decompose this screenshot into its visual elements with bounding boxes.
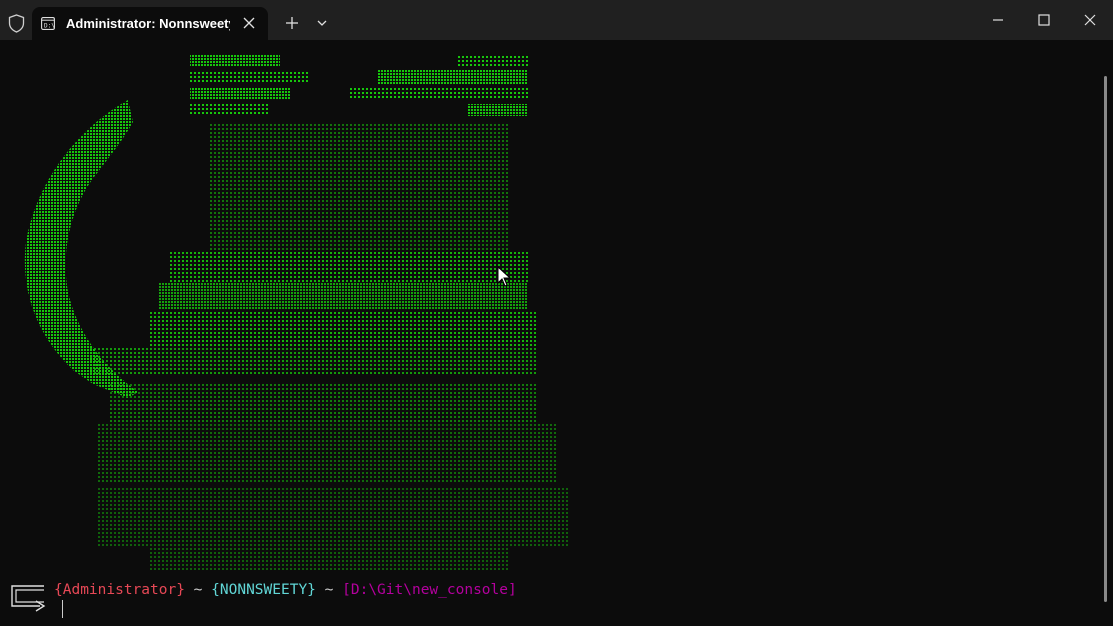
title-bar: D:\ Administrator: Nonnsweety | [0, 0, 1113, 40]
terminal-window: D:\ Administrator: Nonnsweety | {Adminis… [0, 0, 1113, 626]
text-cursor[interactable] [62, 600, 63, 618]
new-tab-button[interactable] [284, 15, 300, 31]
minimize-button[interactable] [990, 12, 1006, 28]
ascii-art-logo [24, 54, 568, 570]
shield-icon [8, 14, 25, 33]
prompt-line: {Administrator} ~ {NONNSWEETY} ~ [D:\Git… [54, 581, 517, 599]
terminal-icon: D:\ [41, 17, 55, 30]
prompt-separator: ~ [315, 582, 343, 598]
prompt-separator: ~ [184, 582, 212, 598]
tab-title: Administrator: Nonnsweety | [66, 16, 230, 31]
terminal-output[interactable]: {Administrator} ~ {NONNSWEETY} ~ [D:\Git… [0, 40, 1113, 626]
prompt-user: {Administrator} [54, 582, 185, 598]
prompt-host: {NONNSWEETY} [211, 582, 316, 598]
prompt-path: [D:\Git\new_console] [342, 582, 517, 598]
maximize-button[interactable] [1036, 12, 1052, 28]
terminal-tab[interactable]: D:\ Administrator: Nonnsweety | [32, 7, 268, 40]
mouse-pointer-icon [497, 266, 512, 287]
chevron-down-icon[interactable] [314, 15, 330, 31]
close-window-button[interactable] [1082, 12, 1098, 28]
scrollbar[interactable] [1104, 76, 1107, 602]
close-tab-icon[interactable] [242, 16, 256, 30]
svg-text:D:\: D:\ [44, 23, 55, 30]
prompt-arrow-icon [11, 585, 46, 612]
